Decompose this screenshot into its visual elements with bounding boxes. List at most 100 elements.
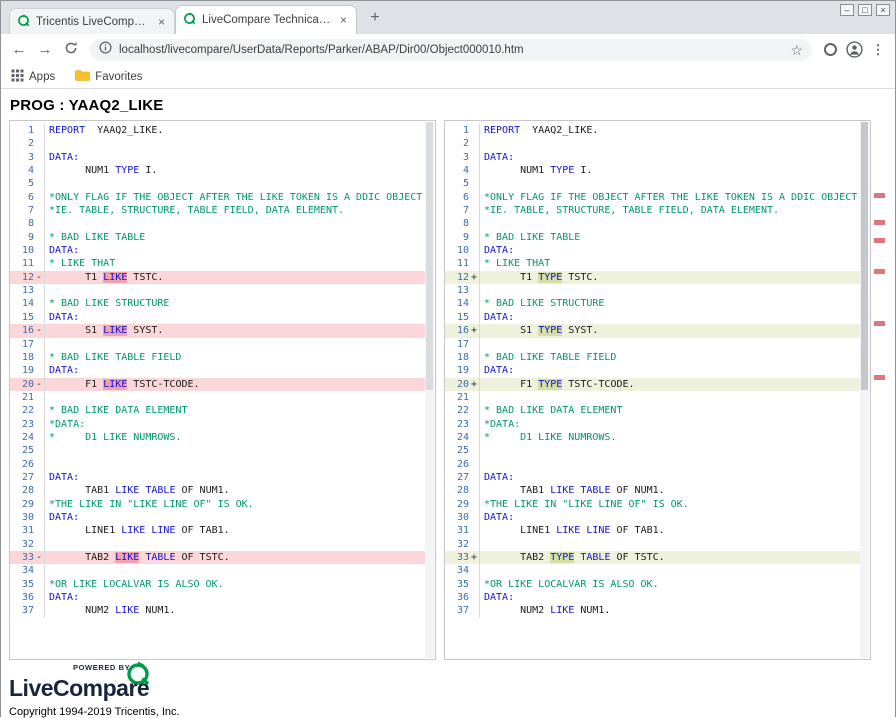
line-number: 28 — [445, 484, 469, 497]
right-pane-scrollbar[interactable] — [860, 122, 869, 658]
livecompare-logo: POWERED BY LiveCompare — [9, 662, 229, 702]
line-number: 16 — [10, 324, 34, 337]
code-text: REPORT YAAQ2_LIKE. — [479, 124, 860, 137]
extension-icon[interactable] — [819, 43, 841, 56]
line-number: 5 — [445, 177, 469, 190]
bookmark-star-icon[interactable]: ☆ — [790, 43, 803, 57]
code-text — [479, 538, 860, 551]
tab-tricentis-livecompare[interactable]: Tricentis LiveCompare × — [9, 8, 175, 34]
code-text — [479, 284, 860, 297]
diff-marker — [469, 444, 479, 457]
refresh-icon[interactable] — [59, 41, 83, 59]
code-line: 9* BAD LIKE TABLE — [10, 231, 425, 244]
code-line: 31 LINE1 LIKE LINE OF TAB1. — [445, 524, 860, 537]
back-icon[interactable]: ← — [7, 41, 31, 58]
close-button[interactable]: × — [876, 4, 890, 16]
new-tab-button[interactable]: + — [363, 8, 387, 30]
line-number: 13 — [10, 284, 34, 297]
line-number: 2 — [445, 137, 469, 150]
left-pane-scrollbar[interactable] — [425, 122, 434, 658]
diff-change-mark — [874, 238, 885, 243]
code-text: *OR LIKE LOCALVAR IS ALSO OK. — [44, 578, 425, 591]
code-line: 19DATA: — [10, 364, 425, 377]
code-text: DATA: — [44, 511, 425, 524]
address-bar[interactable]: localhost/livecompare/UserData/Reports/P… — [90, 39, 812, 61]
code-text — [479, 137, 860, 150]
code-line: 9* BAD LIKE TABLE — [445, 231, 860, 244]
tab-livecompare-technical-analysis[interactable]: LiveCompare Technical Analysis × — [175, 5, 357, 34]
forward-icon[interactable]: → — [33, 41, 57, 58]
line-number: 29 — [445, 498, 469, 511]
site-info-icon[interactable] — [99, 41, 112, 59]
code-text: T1 TYPE TSTC. — [479, 271, 860, 284]
code-text — [44, 564, 425, 577]
code-text: S1 LIKE SYST. — [44, 324, 425, 337]
line-number: 21 — [10, 391, 34, 404]
diff-marker — [34, 458, 44, 471]
page-title: PROG : YAAQ2_LIKE — [10, 97, 895, 114]
diff-marker — [34, 578, 44, 591]
diff-marker — [469, 137, 479, 150]
close-tab-icon[interactable]: × — [156, 16, 167, 28]
scrollbar-thumb[interactable] — [426, 122, 433, 390]
code-text: * BAD LIKE DATA ELEMENT — [479, 404, 860, 417]
minimize-button[interactable]: – — [840, 4, 854, 16]
code-line: 25 — [445, 444, 860, 457]
diff-marker — [34, 351, 44, 364]
line-number: 33 — [10, 551, 34, 564]
tab-title: LiveCompare Technical Analysis — [202, 14, 332, 26]
line-number: 36 — [445, 591, 469, 604]
diff-marker: - — [34, 551, 44, 564]
line-number: 13 — [445, 284, 469, 297]
powered-by-label: POWERED BY — [73, 663, 130, 672]
diff-marker — [469, 151, 479, 164]
diff-marker — [34, 511, 44, 524]
code-text — [44, 391, 425, 404]
bookmarks-bar: Apps Favorites — [1, 65, 895, 89]
code-line: 32 — [10, 538, 425, 551]
report-page: PROG : YAAQ2_LIKE 1REPORT YAAQ2_LIKE.23D… — [1, 97, 895, 718]
bookmark-favorites[interactable]: Favorites — [75, 69, 142, 84]
diff-marker — [469, 471, 479, 484]
code-line: 12- T1 LIKE TSTC. — [10, 271, 425, 284]
browser-menu-icon[interactable]: ⋮ — [867, 42, 889, 58]
maximize-button[interactable]: □ — [858, 4, 872, 16]
diff-marker — [469, 311, 479, 324]
line-number: 31 — [10, 524, 34, 537]
code-line: 37 NUM2 LIKE NUM1. — [445, 604, 860, 617]
diff-marker — [34, 151, 44, 164]
line-number: 12 — [445, 271, 469, 284]
diff-marker — [469, 124, 479, 137]
diff-pane-left: 1REPORT YAAQ2_LIKE.23DATA:4 NUM1 TYPE I.… — [9, 120, 436, 660]
scrollbar-thumb[interactable] — [861, 122, 868, 390]
diff-marker: - — [34, 378, 44, 391]
code-line: 13 — [445, 284, 860, 297]
line-number: 30 — [445, 511, 469, 524]
diff-marker: + — [469, 324, 479, 337]
diff-marker — [34, 244, 44, 257]
line-number: 9 — [445, 231, 469, 244]
diff-marker — [469, 204, 479, 217]
line-number: 4 — [10, 164, 34, 177]
url-text[interactable]: localhost/livecompare/UserData/Reports/P… — [119, 44, 783, 56]
code-line: 23*DATA: — [10, 418, 425, 431]
code-line: 3DATA: — [10, 151, 425, 164]
diff-marker: + — [469, 378, 479, 391]
code-text: *OR LIKE LOCALVAR IS ALSO OK. — [479, 578, 860, 591]
code-line: 18* BAD LIKE TABLE FIELD — [10, 351, 425, 364]
close-tab-icon[interactable]: × — [338, 14, 349, 26]
diff-marker — [469, 231, 479, 244]
diff-overview-ruler[interactable] — [874, 120, 885, 660]
line-number: 34 — [445, 564, 469, 577]
code-text: DATA: — [44, 244, 425, 257]
tab-strip: Tricentis LiveCompare × LiveCompare Tech… — [1, 1, 895, 34]
line-number: 6 — [445, 191, 469, 204]
diff-marker — [469, 578, 479, 591]
code-text — [44, 217, 425, 230]
line-number: 11 — [445, 257, 469, 270]
bookmark-apps[interactable]: Apps — [11, 69, 55, 85]
code-line: 6*ONLY FLAG IF THE OBJECT AFTER THE LIKE… — [445, 191, 860, 204]
code-line: 7*IE. TABLE, STRUCTURE, TABLE FIELD, DAT… — [445, 204, 860, 217]
profile-avatar-icon[interactable] — [843, 41, 865, 58]
code-text: *ONLY FLAG IF THE OBJECT AFTER THE LIKE … — [44, 191, 425, 204]
